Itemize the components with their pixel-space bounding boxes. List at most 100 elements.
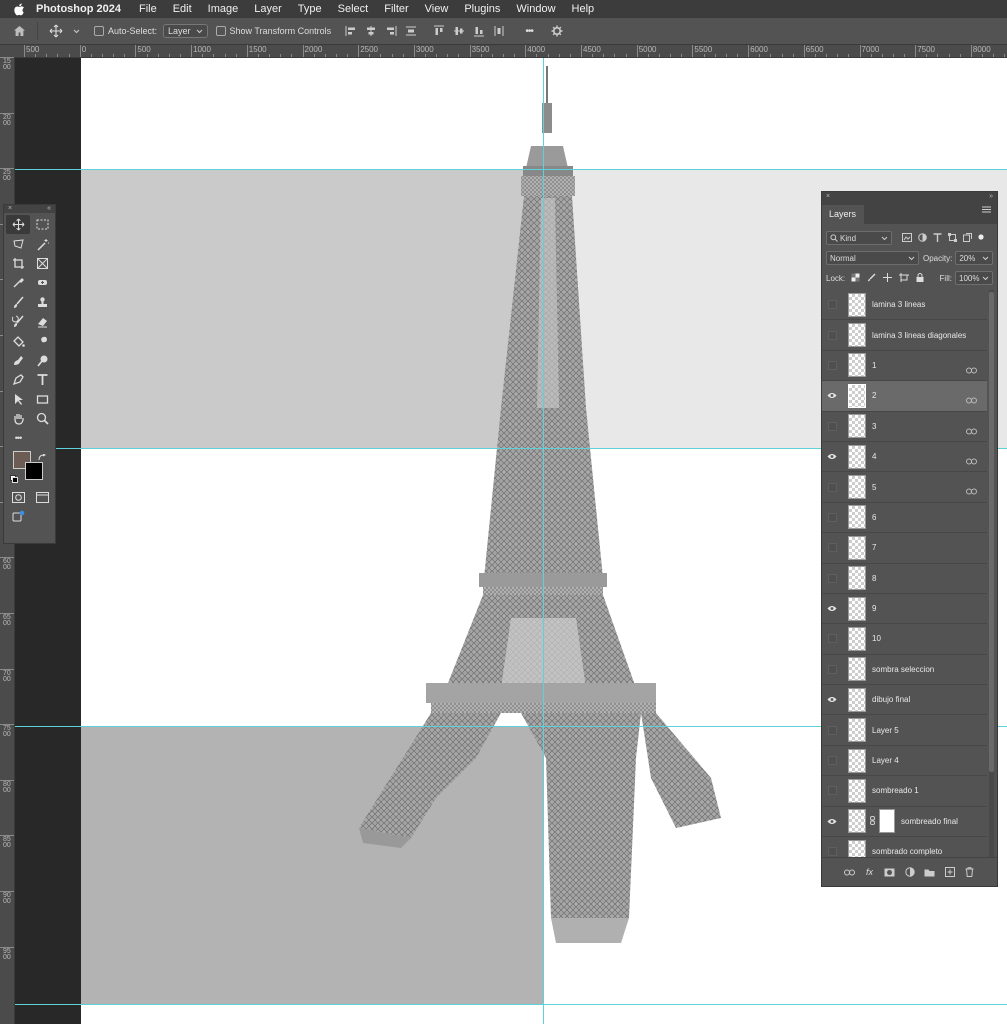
menu-type[interactable]: Type — [298, 3, 322, 15]
visibility-toggle[interactable] — [822, 786, 842, 796]
more-options-button[interactable]: ••• — [520, 24, 538, 38]
trash-icon[interactable] — [964, 866, 976, 878]
layer-row[interactable]: 6 — [822, 503, 987, 534]
eye-icon[interactable] — [822, 818, 842, 825]
scrollbar-thumb[interactable] — [989, 292, 994, 772]
layer-row[interactable]: 5 — [822, 472, 987, 503]
visibility-toggle[interactable] — [822, 725, 842, 735]
panel-menu-icon[interactable] — [982, 200, 991, 218]
lock-all-icon[interactable] — [916, 272, 924, 284]
menu-window[interactable]: Window — [516, 3, 555, 15]
eye-icon[interactable] — [822, 392, 842, 399]
hand-tool[interactable] — [6, 409, 30, 428]
layer-row[interactable]: 4 — [822, 442, 987, 473]
marquee-tool[interactable] — [30, 215, 54, 234]
menu-select[interactable]: Select — [338, 3, 369, 15]
layer-row[interactable]: 10 — [822, 624, 987, 655]
visibility-toggle[interactable] — [822, 512, 842, 522]
align-top-icon[interactable] — [432, 24, 446, 38]
eyedropper-tool[interactable] — [6, 273, 30, 292]
tab-layers[interactable]: Layers — [822, 205, 865, 224]
opacity-field[interactable]: 20% — [955, 251, 993, 265]
healing-brush-tool[interactable] — [30, 273, 54, 292]
gear-icon[interactable] — [550, 24, 564, 38]
mask-link-icon[interactable] — [870, 812, 875, 830]
smudge-tool[interactable] — [30, 331, 54, 350]
distribute-icon[interactable] — [404, 24, 418, 38]
eye-icon[interactable] — [822, 605, 842, 612]
visibility-toggle[interactable] — [822, 756, 842, 766]
eye-icon[interactable] — [822, 696, 842, 703]
screen-mode-icon[interactable] — [30, 488, 54, 507]
auto-select-dropdown[interactable]: Layer — [163, 24, 208, 38]
new-group-icon[interactable] — [924, 866, 936, 878]
adjustment-layer-icon[interactable] — [904, 866, 916, 878]
close-icon[interactable]: × — [8, 205, 12, 213]
layer-row[interactable]: 2 — [822, 381, 987, 412]
layer-row[interactable]: lamina 3 lineas — [822, 290, 987, 321]
new-layer-icon[interactable] — [944, 866, 956, 878]
share-icon[interactable] — [6, 507, 30, 526]
auto-select-option[interactable]: Auto-Select: — [94, 26, 157, 36]
lock-pixels-icon[interactable] — [867, 273, 876, 284]
lock-transparent-icon[interactable] — [851, 273, 860, 284]
home-icon[interactable] — [12, 24, 26, 38]
layer-row[interactable]: Layer 4 — [822, 746, 987, 777]
visibility-toggle[interactable] — [822, 300, 842, 310]
crop-tool[interactable] — [6, 254, 30, 273]
eraser-tool[interactable] — [30, 312, 54, 331]
show-transform-option[interactable]: Show Transform Controls — [215, 26, 331, 36]
layer-row[interactable]: 9 — [822, 594, 987, 625]
show-transform-checkbox[interactable] — [215, 26, 226, 36]
visibility-toggle[interactable] — [822, 664, 842, 674]
layers-panel-header[interactable]: × » — [822, 192, 997, 202]
magic-wand-tool[interactable] — [30, 234, 54, 253]
paint-bucket-tool[interactable] — [6, 331, 30, 350]
dodge-tool[interactable] — [30, 351, 54, 370]
align-center-icon[interactable] — [364, 24, 378, 38]
auto-select-checkbox[interactable] — [94, 26, 104, 36]
visibility-toggle[interactable] — [822, 421, 842, 431]
menu-filter[interactable]: Filter — [384, 3, 408, 15]
layer-row[interactable]: 8 — [822, 564, 987, 594]
close-icon[interactable]: × — [826, 192, 830, 202]
pen-tool[interactable] — [6, 370, 30, 389]
filter-shape-icon[interactable] — [948, 232, 957, 244]
swap-colors-icon[interactable] — [38, 449, 47, 467]
menu-image[interactable]: Image — [208, 3, 239, 15]
layers-scrollbar[interactable] — [989, 290, 994, 857]
filter-type-icon[interactable] — [933, 232, 942, 244]
layer-row[interactable]: 3 — [822, 412, 987, 442]
app-name-menu[interactable]: Photoshop 2024 — [36, 3, 121, 15]
move-tool[interactable] — [6, 215, 30, 235]
apple-icon[interactable] — [12, 2, 26, 16]
align-left-icon[interactable] — [344, 24, 358, 38]
lock-artboard-icon[interactable] — [899, 272, 910, 284]
burn-tool[interactable] — [6, 351, 30, 370]
layer-row[interactable]: lamina 3 lineas diagonales — [822, 320, 987, 351]
lock-position-icon[interactable] — [883, 272, 893, 284]
menu-help[interactable]: Help — [572, 3, 595, 15]
link-layers-icon[interactable] — [844, 866, 856, 878]
edit-toolbar-button[interactable]: ••• — [6, 428, 30, 447]
default-colors-icon[interactable] — [10, 470, 18, 488]
eye-icon[interactable] — [822, 453, 842, 460]
zoom-tool[interactable] — [30, 409, 54, 428]
menu-view[interactable]: View — [425, 3, 449, 15]
layer-row[interactable]: sombreado 1 — [822, 776, 987, 807]
layer-row[interactable]: sombreado final — [822, 807, 987, 838]
collapse-icon[interactable]: « — [47, 205, 51, 213]
align-bottom-icon[interactable] — [472, 24, 486, 38]
chevron-down-icon[interactable] — [69, 24, 83, 38]
layer-row[interactable]: Layer 5 — [822, 715, 987, 746]
distribute-vertical-icon[interactable] — [492, 24, 506, 38]
layer-row[interactable]: 1 — [822, 351, 987, 382]
filter-toggle[interactable] — [978, 233, 984, 244]
fx-icon[interactable]: fx — [864, 866, 876, 878]
menu-edit[interactable]: Edit — [173, 3, 192, 15]
blend-mode-dropdown[interactable]: Normal — [826, 251, 919, 265]
visibility-toggle[interactable] — [822, 360, 842, 370]
rectangle-tool[interactable] — [30, 390, 54, 409]
path-selection-tool[interactable] — [6, 390, 30, 409]
menu-file[interactable]: File — [139, 3, 157, 15]
